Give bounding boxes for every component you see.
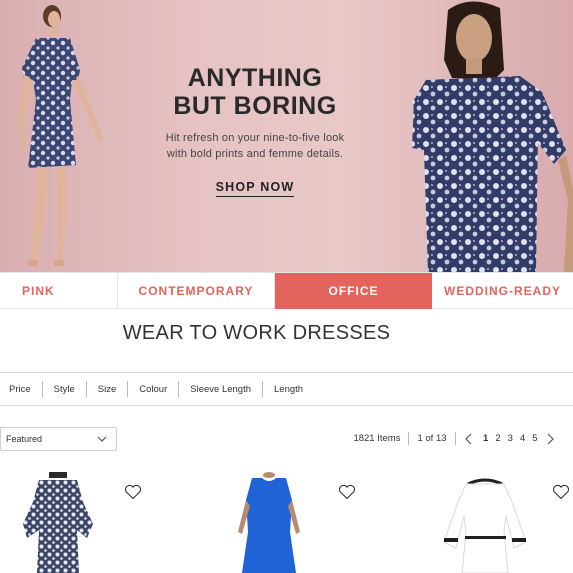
hero-subtitle-line1: Hit refresh on your nine-to-five look	[165, 132, 345, 144]
filter-bar: Price Style Size Colour Sleeve Length Le…	[0, 372, 573, 406]
hero-title-line2: BUT BORING	[173, 92, 337, 120]
hero-subtitle-line2: with bold prints and femme details.	[166, 148, 344, 160]
filter-colour[interactable]: Colour	[139, 384, 167, 395]
filter-divider	[178, 381, 180, 397]
product-image-white-dress[interactable]	[438, 472, 533, 573]
tab-office[interactable]: OFFICE	[275, 273, 432, 309]
filter-divider	[41, 381, 43, 397]
hero-copy: ANYTHING BUT BORING Hit refresh on your …	[125, 64, 385, 197]
model-image-left	[18, 5, 104, 266]
tab-pink[interactable]: PINK	[0, 273, 118, 309]
heart-outline-icon[interactable]	[338, 484, 356, 500]
filter-divider	[262, 381, 264, 397]
hero-subtitle: Hit refresh on your nine-to-five look wi…	[125, 130, 385, 162]
chevron-down-icon	[97, 436, 107, 442]
filter-length[interactable]: Length	[274, 384, 303, 395]
filter-divider	[85, 381, 87, 397]
model-image-right	[412, 1, 573, 272]
filter-size[interactable]: Size	[98, 384, 116, 395]
page-title: WEAR TO WORK DRESSES	[122, 322, 391, 344]
results-divider	[408, 432, 410, 445]
sort-select[interactable]: Featured	[0, 427, 117, 451]
hero-banner[interactable]: ANYTHING BUT BORING Hit refresh on your …	[0, 0, 573, 272]
shop-now-link[interactable]: SHOP NOW	[215, 180, 295, 197]
filter-divider	[127, 381, 129, 397]
hero-title: ANYTHING BUT BORING	[125, 64, 385, 120]
page-link-4[interactable]: 4	[520, 433, 525, 444]
tab-wedding-ready[interactable]: WEDDING-READY	[432, 273, 573, 309]
page-link-2[interactable]: 2	[495, 433, 500, 444]
product-image-blue-dress[interactable]	[232, 472, 307, 573]
item-count: 1821 Items	[353, 433, 401, 444]
page-link-1[interactable]: 1	[483, 433, 488, 444]
results-pagination: 1821 Items 1 of 13 1 2 3 4 5	[353, 432, 555, 445]
chevron-left-icon[interactable]	[464, 433, 474, 445]
filter-style[interactable]: Style	[54, 384, 75, 395]
category-tabs: PINK CONTEMPORARY OFFICE WEDDING-READY	[0, 272, 573, 309]
filter-sleeve-length[interactable]: Sleeve Length	[190, 384, 251, 395]
page-of-count: 1 of 13	[417, 433, 447, 444]
page-link-5[interactable]: 5	[532, 433, 537, 444]
chevron-right-icon[interactable]	[545, 433, 555, 445]
results-divider	[454, 432, 456, 445]
sort-selected-value: Featured	[6, 434, 43, 444]
hero-title-line1: ANYTHING	[187, 64, 323, 92]
heart-outline-icon[interactable]	[124, 484, 142, 500]
filter-price[interactable]: Price	[9, 384, 31, 395]
heart-outline-icon[interactable]	[552, 484, 570, 500]
tab-contemporary[interactable]: CONTEMPORARY	[118, 273, 275, 309]
page-link-3[interactable]: 3	[508, 433, 513, 444]
product-image-floral-dress[interactable]	[15, 472, 100, 573]
